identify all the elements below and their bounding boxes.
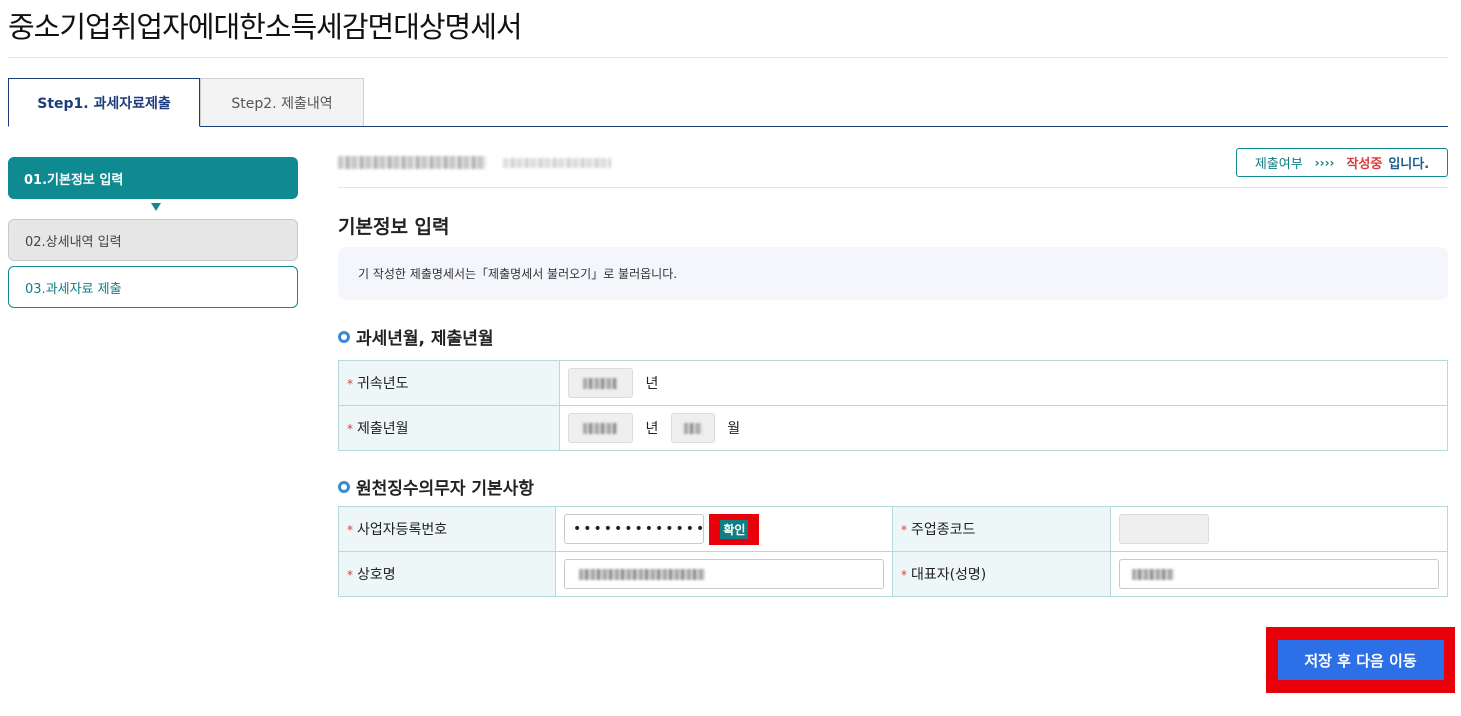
industry-code-input[interactable] [1119,514,1209,544]
industry-code-label-cell: * 주업종코드 [891,506,1112,552]
representative-input[interactable] [1119,559,1439,589]
company-name-input[interactable] [563,559,884,589]
attribution-year-input[interactable] [568,368,633,398]
company-name-label-cell: * 상호명 [338,551,556,597]
table-row: * 상호명 * 대표자(성명) [338,551,1448,597]
save-and-next-button[interactable]: 저장 후 다음 이동 [1277,640,1444,680]
confirm-highlight: 확인 [709,513,760,545]
submit-month-input[interactable] [670,413,715,443]
company-name-label: 상호명 [357,567,396,583]
representative-label: 대표자(성명) [910,567,987,583]
table-row: * 제출년월 년 월 [338,405,1448,451]
required-mark: * [347,422,353,436]
attribution-year-label: 귀속년도 [357,376,409,392]
table-row: * 사업자등록번호 ••••••••••••• 확인 * 주업종코드 [338,506,1448,552]
submit-year-input[interactable] [568,413,633,443]
attribution-year-label-cell: * 귀속년도 [338,360,560,406]
title-divider [8,57,1448,58]
month-unit: 월 [727,421,741,437]
withholder-section-title: 원천징수의무자 기본사항 [338,474,534,499]
period-table: * 귀속년도 년 * 제출년월 년 월 [338,360,1448,451]
bullet-ring-icon [338,330,350,343]
step-down-arrow-icon [151,203,161,211]
sidebar-step-submit[interactable]: 03.과세자료 제출 [8,266,298,308]
redacted-company-info-2 [503,158,611,168]
year-unit: 년 [645,421,659,437]
step-tabs: Step1. 과세자료제출 Step2. 제출내역 [8,78,1448,127]
biz-no-label-cell: * 사업자등록번호 [338,506,556,552]
sidebar-step-basic-info[interactable]: 01.기본정보 입력 [8,157,298,199]
biz-no-masked-value: ••••••••••••• [572,521,707,537]
submit-month-label-cell: * 제출년월 [338,405,560,451]
status-state: 작성중 [1346,157,1383,172]
status-suffix: 입니다. [1388,157,1430,172]
period-section-title: 과세년월, 제출년월 [338,324,494,349]
required-mark: * [347,523,353,537]
section-title: 기본정보 입력 [338,216,450,238]
representative-label-cell: * 대표자(성명) [891,551,1112,597]
withholder-table: * 사업자등록번호 ••••••••••••• 확인 * 주업종코드 * 상호명 * 대… [338,506,1448,597]
status-label: 제출여부 [1254,157,1303,172]
notice-box: 기 작성한 제출명세서는「제출명세서 불러오기」로 불러옵니다. [338,247,1448,300]
attribution-year-cell: 년 [559,360,1448,406]
notice-text: 기 작성한 제출명세서는「제출명세서 불러오기」로 불러옵니다. [358,267,678,281]
table-row: * 귀속년도 년 [338,360,1448,406]
required-mark: * [347,377,353,391]
redacted-company-info [338,156,486,169]
sidebar-step-detail[interactable]: 02.상세내역 입력 [8,219,298,261]
next-button-highlight: 저장 후 다음 이동 [1266,627,1455,693]
submit-month-label: 제출년월 [357,421,409,437]
page-title: 중소기업취업자에대한소득세감면대상명세서 [8,10,523,44]
confirm-button[interactable]: 확인 [720,519,749,539]
required-mark: * [900,523,907,537]
required-mark: * [347,568,353,582]
withholder-section-label: 원천징수의무자 기본사항 [356,479,534,499]
submit-month-cell: 년 월 [559,405,1448,451]
company-name-cell [554,551,893,597]
representative-cell [1110,551,1448,597]
biz-no-label: 사업자등록번호 [357,522,448,538]
biz-no-cell: ••••••••••••• 확인 [554,506,893,552]
info-divider [338,187,1448,188]
tab-step2[interactable]: Step2. 제출내역 [200,78,364,126]
bullet-ring-icon [338,480,350,493]
period-section-label: 과세년월, 제출년월 [356,329,494,349]
industry-code-cell [1110,506,1448,552]
year-unit: 년 [645,376,659,392]
required-mark: * [900,568,907,582]
status-arrows-icon: ›››› [1314,155,1335,170]
submission-status-badge: 제출여부 ›››› 작성중 입니다. [1236,148,1448,177]
tab-step1[interactable]: Step1. 과세자료제출 [8,78,200,127]
biz-no-input[interactable]: ••••••••••••• [563,514,707,544]
industry-code-label: 주업종코드 [910,522,976,538]
